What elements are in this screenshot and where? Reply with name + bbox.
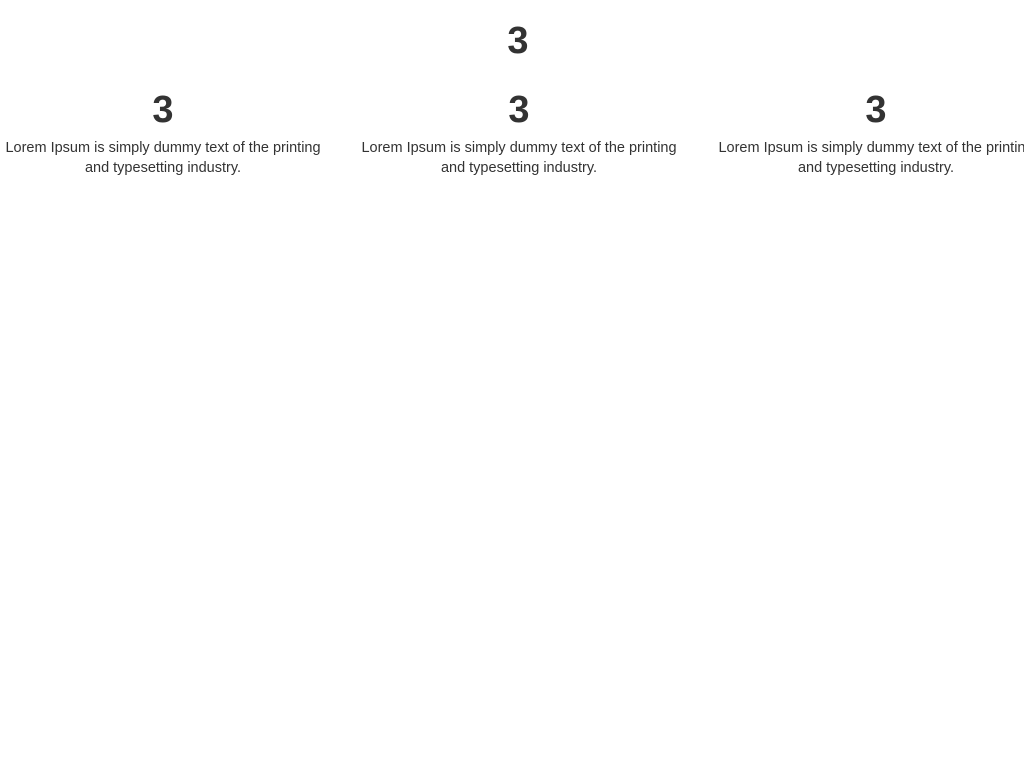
feature-description-line-1: Lorem Ipsum is simply dummy text of the …	[718, 140, 1024, 156]
feature-description: Lorem Ipsum is simply dummy text of the …	[356, 138, 682, 178]
feature-description-line-2: and typesetting industry.	[440, 160, 598, 176]
page: 3 3 Lorem Ipsum is simply dummy text of …	[0, 0, 1024, 768]
feature-description-line-2: and typesetting industry.	[797, 160, 955, 176]
feature-description: Lorem Ipsum is simply dummy text of the …	[713, 138, 1024, 178]
feature-column-2: 3 Lorem Ipsum is simply dummy text of th…	[356, 88, 682, 178]
feature-description: Lorem Ipsum is simply dummy text of the …	[0, 138, 326, 178]
feature-heading: 3	[508, 89, 530, 131]
feature-heading: 3	[152, 89, 174, 131]
feature-description-line-1: Lorem Ipsum is simply dummy text of the …	[5, 140, 321, 156]
feature-column-1: 3 Lorem Ipsum is simply dummy text of th…	[0, 88, 326, 178]
feature-heading: 3	[865, 89, 887, 131]
feature-description-line-1: Lorem Ipsum is simply dummy text of the …	[361, 140, 677, 156]
page-title: 3	[507, 20, 529, 62]
feature-column-3: 3 Lorem Ipsum is simply dummy text of th…	[713, 88, 1024, 178]
feature-description-line-2: and typesetting industry.	[84, 160, 242, 176]
